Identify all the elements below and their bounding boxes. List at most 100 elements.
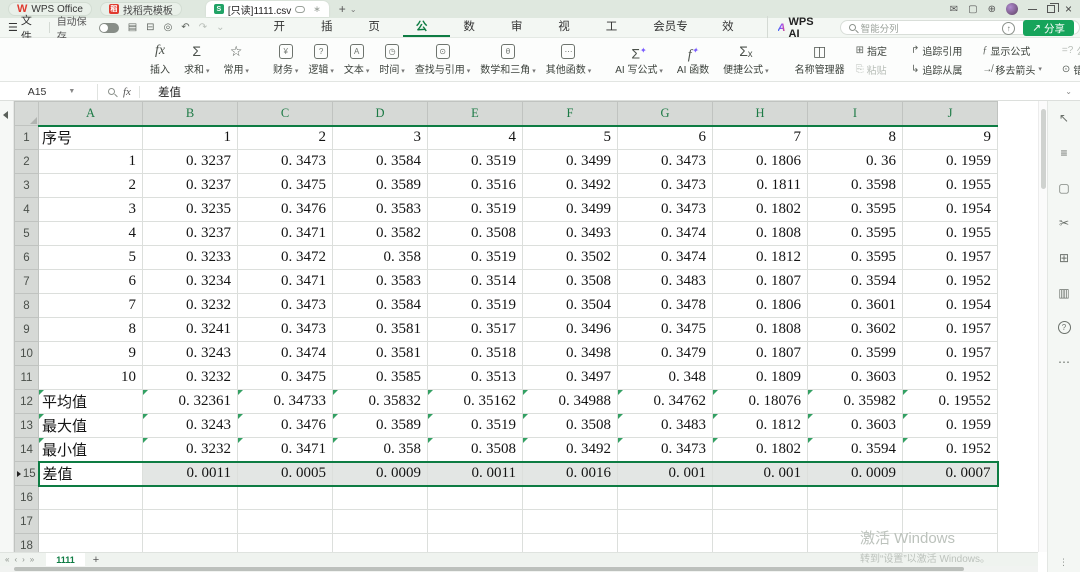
quick-formula-button[interactable]: Σₓ 便捷公式 [716,38,775,81]
menu-tab-效率[interactable]: 效率 [709,18,756,37]
ai-function-button[interactable]: f✦ AI 函数 [670,38,716,81]
cell-I10[interactable]: 0. 3599 [808,342,903,366]
cell-F2[interactable]: 0. 3499 [523,150,618,174]
cell-H12[interactable]: 0. 18076 [713,390,808,414]
cell-F8[interactable]: 0. 3504 [523,294,618,318]
cell-F16[interactable] [523,486,618,510]
sheet-nav-icon-0[interactable]: « [5,555,9,564]
tab-document-active[interactable]: S [只读]1111.csv ∗ [206,1,329,17]
row-header-9[interactable]: 9 [15,318,39,342]
menu-tab-视图[interactable]: 视图 [545,18,592,37]
cell-C7[interactable]: 0. 3471 [238,270,333,294]
cell-H4[interactable]: 0. 1802 [713,198,808,222]
sheet-nav-icon-1[interactable]: ‹ [14,555,17,564]
new-tab-button[interactable]: + [339,2,346,16]
cell-G11[interactable]: 0. 348 [618,366,713,390]
cell-B12[interactable]: 0. 32361 [143,390,238,414]
cell-E12[interactable]: 0. 35162 [428,390,523,414]
cell-A17[interactable] [39,510,143,534]
cell-F4[interactable]: 0. 3499 [523,198,618,222]
cell-J8[interactable]: 0. 1954 [903,294,998,318]
save-icon[interactable]: ▤ [128,22,137,33]
cell-B15[interactable]: 0. 0011 [143,462,238,486]
zoom-formula-icon[interactable] [108,88,115,95]
cell-H10[interactable]: 0. 1807 [713,342,808,366]
cell-D10[interactable]: 0. 3581 [333,342,428,366]
row-header-6[interactable]: 6 [15,246,39,270]
cell-D3[interactable]: 0. 3589 [333,174,428,198]
cell-A6[interactable]: 5 [39,246,143,270]
slicer-settings-icon[interactable]: ≡ [1060,146,1067,160]
select-all-corner[interactable] [15,102,39,126]
cell-A12[interactable]: 平均值 [39,390,143,414]
cell-J4[interactable]: 0. 1954 [903,198,998,222]
cell-H3[interactable]: 0. 1811 [713,174,808,198]
cell-H5[interactable]: 0. 1808 [713,222,808,246]
cell-A7[interactable]: 6 [39,270,143,294]
cell-G7[interactable]: 0. 3483 [618,270,713,294]
cell-D5[interactable]: 0. 3582 [333,222,428,246]
row-header-14[interactable]: 14 [15,438,39,462]
cell-I15[interactable]: 0. 0009 [808,462,903,486]
trace-dependents-button[interactable]: ↳ 追踪从属 [911,62,962,77]
cell-D17[interactable] [333,510,428,534]
cell-E10[interactable]: 0. 3518 [428,342,523,366]
tab-list-chevron-icon[interactable]: ⌄ [350,5,357,14]
fn-category-数学和三角[interactable]: θ数学和三角 [475,38,540,81]
cell-F10[interactable]: 0. 3498 [523,342,618,366]
cell-G12[interactable]: 0. 34762 [618,390,713,414]
row-header-1[interactable]: 1 [15,126,39,150]
cell-B17[interactable] [143,510,238,534]
error-check-button[interactable]: ⊙ 错误检查 [1062,62,1080,77]
cell-C8[interactable]: 0. 3473 [238,294,333,318]
restore-button[interactable] [1047,5,1055,13]
cell-G16[interactable] [618,486,713,510]
cell-J2[interactable]: 0. 1959 [903,150,998,174]
cell-E8[interactable]: 0. 3519 [428,294,523,318]
horizontal-scroll-thumb[interactable] [14,567,964,571]
cell-J15[interactable]: 0. 0007 [903,462,998,486]
cell-C4[interactable]: 0. 3476 [238,198,333,222]
cell-E14[interactable]: 0. 3508 [428,438,523,462]
menu-tab-审阅[interactable]: 审阅 [498,18,545,37]
autosum-button[interactable]: Σ 求和 [177,38,216,81]
cell-B8[interactable]: 0. 3232 [143,294,238,318]
cell-I9[interactable]: 0. 3602 [808,318,903,342]
cell-E13[interactable]: 0. 3519 [428,414,523,438]
cell-I12[interactable]: 0. 35982 [808,390,903,414]
cell-B5[interactable]: 0. 3237 [143,222,238,246]
cell-B1[interactable]: 1 [143,126,238,150]
cell-D16[interactable] [333,486,428,510]
cell-D1[interactable]: 3 [333,126,428,150]
cell-H1[interactable]: 7 [713,126,808,150]
cell-I2[interactable]: 0. 36 [808,150,903,174]
cell-J17[interactable] [903,510,998,534]
cell-A1[interactable]: 序号 [39,126,143,150]
row-header-7[interactable]: 7 [15,270,39,294]
insert-function-icon[interactable]: fx [123,86,131,98]
column-header-A[interactable]: A [39,102,143,126]
fn-category-时间[interactable]: ◷时间 [374,38,409,81]
cell-H7[interactable]: 0. 1807 [713,270,808,294]
cell-F13[interactable]: 0. 3508 [523,414,618,438]
cell-C11[interactable]: 0. 3475 [238,366,333,390]
cell-D6[interactable]: 0. 358 [333,246,428,270]
cell-E9[interactable]: 0. 3517 [428,318,523,342]
menu-tab-开始[interactable]: 开始 [260,18,307,37]
column-header-B[interactable]: B [143,102,238,126]
cell-E16[interactable] [428,486,523,510]
cell-F15[interactable]: 0. 0016 [523,462,618,486]
cell-B7[interactable]: 0. 3234 [143,270,238,294]
cell-A10[interactable]: 9 [39,342,143,366]
cell-C10[interactable]: 0. 3474 [238,342,333,366]
collapse-pane-icon[interactable] [3,111,8,119]
menu-tab-数据[interactable]: 数据 [450,18,497,37]
autosave-toggle[interactable] [99,23,118,33]
feedback-icon[interactable]: ✉ [950,4,958,15]
row-header-12[interactable]: 12 [15,390,39,414]
cloud-upload-icon[interactable]: ↑ [1002,22,1015,35]
cell-B4[interactable]: 0. 3235 [143,198,238,222]
cell-C5[interactable]: 0. 3471 [238,222,333,246]
cell-I1[interactable]: 8 [808,126,903,150]
cell-A15[interactable]: 差值 [39,462,143,486]
